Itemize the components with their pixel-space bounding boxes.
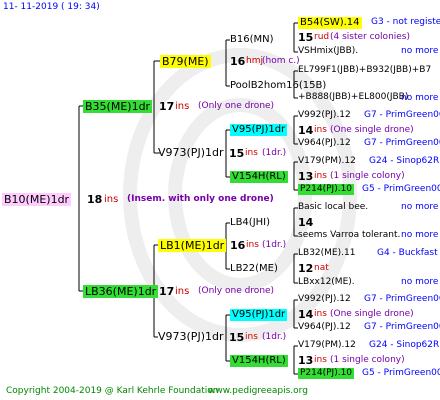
- v992-lower-meta: G7 - PrimGreen00: [364, 294, 440, 304]
- v95-lower-note: (One single drone): [330, 309, 414, 319]
- root-unit: ins: [104, 194, 119, 205]
- lb4-queen[interactable]: LB4(JHI): [230, 218, 270, 228]
- v973-lower-note: (1dr.): [262, 332, 287, 342]
- v179-upper-meta: G24 - Sinop62R: [369, 156, 440, 166]
- v973-lower-unit: ins: [245, 332, 258, 342]
- lower-parent[interactable]: LB36(ME)1dr: [83, 285, 159, 298]
- basic-local-meta: no more: [401, 202, 439, 212]
- v179-upper[interactable]: V179(PM).12: [298, 157, 356, 166]
- lbxx12-meta: no more: [401, 277, 439, 287]
- v964-upper-meta: G7 - PrimGreen00: [364, 138, 440, 148]
- p214-upper[interactable]: P214(PJ).10: [298, 184, 355, 195]
- poolb2-drone[interactable]: PoolB2hom16(15B): [230, 81, 326, 91]
- v992-upper-meta: G7 - PrimGreen00: [364, 110, 440, 120]
- v973-upper-count: 15: [229, 147, 245, 160]
- basic-local-bee[interactable]: Basic local bee.: [298, 203, 368, 212]
- b79-count: 16: [230, 55, 246, 68]
- b79-unit: hmj: [246, 56, 263, 66]
- b79-note: (hom c.): [262, 56, 300, 66]
- v992-upper[interactable]: V992(PJ).12: [298, 111, 351, 120]
- v973-lower-count: 15: [229, 331, 245, 344]
- upper-parent[interactable]: B35(ME)1dr: [83, 100, 153, 113]
- footer-website[interactable]: www.pedigreeapis.org: [208, 387, 308, 396]
- lb32-queen[interactable]: LB32(ME).11: [298, 249, 355, 258]
- p214-lower[interactable]: P214(PJ).10: [298, 368, 355, 379]
- v154h-upper-unit: ins: [314, 171, 327, 181]
- upper-note: (Only one drone): [198, 101, 275, 111]
- lower-count: 17: [159, 285, 175, 298]
- root-queen[interactable]: B10(ME)1dr: [2, 193, 72, 206]
- v95-upper-note: (One single drone): [330, 125, 414, 135]
- lower-note: (Only one drone): [198, 286, 275, 296]
- v964-lower[interactable]: V964(PJ).12: [298, 323, 351, 332]
- v154h-lower-unit: ins: [314, 355, 327, 365]
- root-note: (Insem. with only one drone): [127, 194, 274, 204]
- b16-note: (4 sister colonies): [330, 32, 411, 42]
- vshmix-meta: no more: [401, 46, 439, 56]
- v154h-upper-count: 13: [298, 170, 314, 183]
- v154h-lower-note: (1 single colony): [330, 355, 405, 365]
- lb32-meta: G4 - Buckfast: [377, 248, 438, 258]
- lb22-drone[interactable]: LB22(ME): [230, 264, 278, 274]
- v964-upper[interactable]: V964(PJ).12: [298, 139, 351, 148]
- lb4-count: 14: [298, 216, 314, 229]
- b16-unit: rud: [314, 32, 330, 42]
- b16-count: 15: [298, 31, 314, 44]
- v154h-lower-drone[interactable]: V154H(RL): [230, 355, 288, 367]
- el799-drone[interactable]: EL799F1(JBB)+B932(JBB)+B7: [298, 66, 431, 75]
- v95-lower-unit: ins: [314, 309, 327, 319]
- v95-lower-count: 14: [298, 308, 314, 321]
- v154h-upper-drone[interactable]: V154H(RL): [230, 171, 288, 183]
- v973-lower-queen[interactable]: V973(PJ)1dr: [158, 331, 223, 342]
- p214-upper-meta: G5 - PrimGreen00: [362, 184, 440, 194]
- lb1-unit: ins: [246, 240, 259, 250]
- lbxx12-drone[interactable]: LBxx12(ME).: [298, 278, 355, 287]
- v95-upper-queen[interactable]: V95(PJ)1dr: [230, 124, 288, 136]
- v964-lower-meta: G7 - PrimGreen00: [364, 322, 440, 332]
- b54-queen[interactable]: B54(SW).14: [298, 17, 362, 29]
- lb1-count: 16: [230, 239, 246, 252]
- footer-copyright: Copyright 2004-2019 @ Karl Kehrle Founda…: [6, 386, 219, 396]
- v973-upper-unit: ins: [245, 148, 258, 158]
- v992-lower[interactable]: V992(PJ).12: [298, 295, 351, 304]
- lower-unit: ins: [175, 286, 190, 297]
- b888-meta: no more: [401, 93, 439, 103]
- root-count: 18: [87, 193, 103, 206]
- b54-meta: G3 - not registe: [371, 17, 440, 27]
- b16-queen[interactable]: B16(MN): [230, 35, 274, 45]
- v179-lower[interactable]: V179(PM).12: [298, 341, 356, 350]
- varroa-tolerant[interactable]: seems Varroa tolerant.: [298, 231, 400, 240]
- upper-unit: ins: [175, 101, 190, 112]
- v154h-lower-count: 13: [298, 354, 314, 367]
- v95-lower-queen[interactable]: V95(PJ)1dr: [230, 309, 288, 321]
- v973-upper-queen[interactable]: V973(PJ)1dr: [158, 147, 223, 158]
- v95-upper-unit: ins: [314, 125, 327, 135]
- pedigree-chart: 11- 11-2019 ( 19: 34) B10(ME)1dr 18 ins …: [0, 0, 440, 400]
- b79-queen[interactable]: B79(ME): [160, 55, 211, 68]
- lb22-count: 12: [298, 262, 314, 275]
- lb1-note: (1dr.): [262, 240, 287, 250]
- v154h-upper-note: (1 single colony): [330, 171, 405, 181]
- b888-drone[interactable]: +B888(JBB)+EL800(JBB): [298, 93, 408, 102]
- upper-count: 17: [159, 100, 175, 113]
- v973-upper-note: (1dr.): [262, 148, 287, 158]
- v95-upper-count: 14: [298, 124, 314, 137]
- lb22-unit: nat: [314, 263, 329, 273]
- p214-lower-meta: G5 - PrimGreen00: [362, 368, 440, 378]
- varroa-meta: no more: [401, 230, 439, 240]
- vshmix-drone[interactable]: VSHmix(JBB).: [298, 47, 358, 56]
- lb1-queen[interactable]: LB1(ME)1dr: [158, 239, 227, 252]
- v179-lower-meta: G24 - Sinop62R: [369, 340, 440, 350]
